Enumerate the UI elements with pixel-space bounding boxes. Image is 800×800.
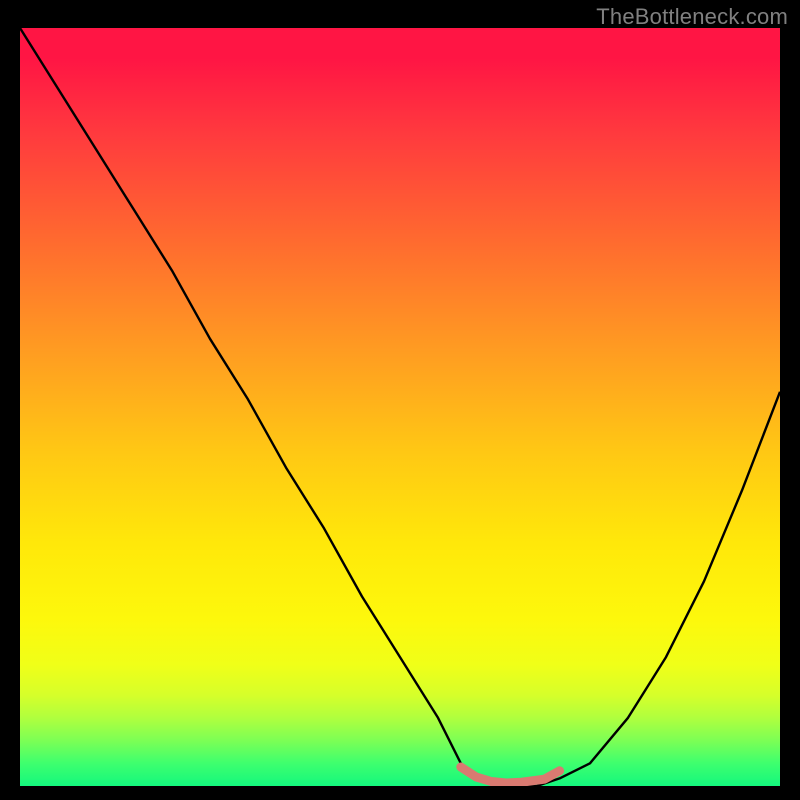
chart-svg (20, 28, 780, 786)
plot-area (20, 28, 780, 786)
chart-frame: TheBottleneck.com (0, 0, 800, 800)
optimal-segment-path (461, 767, 560, 783)
watermark-text: TheBottleneck.com (596, 4, 788, 30)
bottleneck-curve-path (20, 28, 780, 786)
